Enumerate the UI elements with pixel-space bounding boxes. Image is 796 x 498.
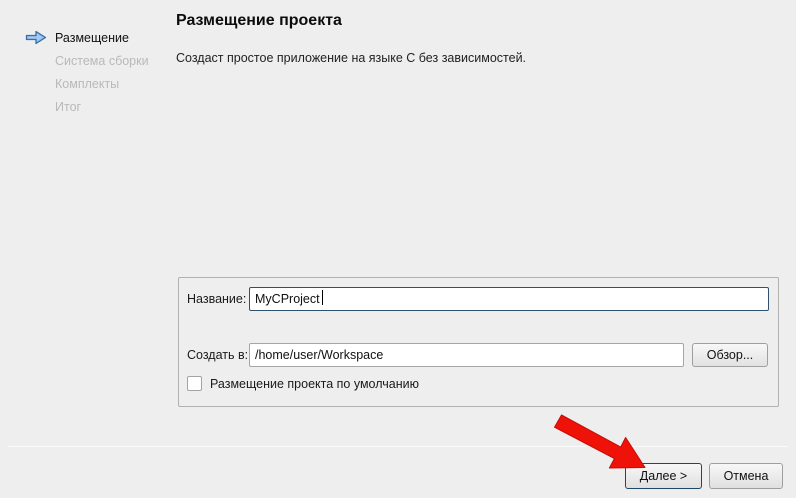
cancel-button[interactable]: Отмена — [709, 463, 783, 489]
next-button[interactable]: Далее > — [625, 463, 702, 489]
project-location-groupbox: Название: Создать в: Обзор... Размещение… — [178, 277, 779, 407]
default-location-checkbox-label: Размещение проекта по умолчанию — [210, 377, 419, 391]
step-label-location: Размещение — [55, 31, 129, 45]
next-button-label: алее > — [648, 469, 687, 483]
current-step-arrow-icon — [25, 30, 47, 45]
wizard-steps: Размещение Система сборки Комплекты Итог — [25, 26, 149, 118]
step-label-build-system: Система сборки — [55, 54, 149, 68]
step-item-build-system[interactable]: Система сборки — [25, 49, 149, 72]
step-label-summary: Итог — [55, 100, 81, 114]
page-subtitle: Создаст простое приложение на языке C бе… — [176, 51, 526, 65]
bottom-separator — [8, 446, 788, 447]
step-item-location[interactable]: Размещение — [25, 26, 149, 49]
browse-button[interactable]: Обзор... — [692, 343, 768, 367]
default-location-checkbox[interactable] — [187, 376, 202, 391]
create-in-label: Создать в: — [187, 348, 248, 362]
page-title: Размещение проекта — [176, 12, 342, 30]
default-location-checkbox-row[interactable]: Размещение проекта по умолчанию — [187, 376, 419, 391]
wizard-dialog: Размещение Система сборки Комплекты Итог… — [0, 0, 796, 498]
create-in-path-input[interactable] — [249, 343, 684, 367]
step-item-kits[interactable]: Комплекты — [25, 72, 149, 95]
step-label-kits: Комплекты — [55, 77, 119, 91]
project-name-label: Название: — [187, 292, 246, 306]
step-item-summary[interactable]: Итог — [25, 95, 149, 118]
text-caret — [322, 290, 323, 305]
next-button-mnemonic: Д — [640, 469, 648, 483]
project-name-input[interactable] — [249, 287, 769, 311]
